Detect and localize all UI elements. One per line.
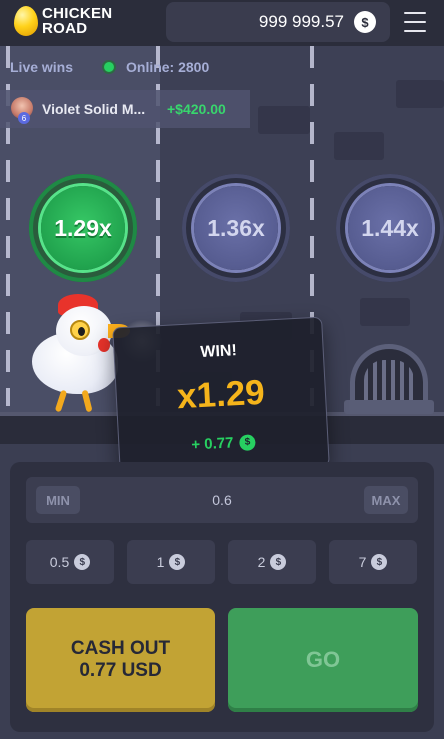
quick-bet-label: 1 bbox=[156, 554, 165, 570]
header-bar: CHICKEN ROAD 999 999.57 $ bbox=[0, 0, 444, 46]
cash-out-amount: 0.77 USD bbox=[79, 660, 162, 681]
multiplier-cell-2[interactable]: 1.36x bbox=[182, 174, 290, 282]
winner-amount: +$420.00 bbox=[167, 101, 226, 117]
balance-display[interactable]: 999 999.57 $ bbox=[166, 2, 390, 42]
win-multiplier: x1.29 bbox=[176, 372, 266, 417]
quick-bet-label: 2 bbox=[257, 554, 266, 570]
logo-text: CHICKEN ROAD bbox=[42, 6, 112, 36]
logo-line2: ROAD bbox=[42, 20, 88, 37]
logo: CHICKEN ROAD bbox=[14, 6, 112, 36]
live-feed-bar: Live wins Online: 2800 bbox=[0, 54, 444, 80]
multiplier-label: 1.29x bbox=[54, 214, 112, 241]
bet-amount-input[interactable]: 0.6 bbox=[26, 477, 418, 523]
cash-out-label: CASH OUT bbox=[70, 638, 171, 659]
min-bet-button[interactable]: MIN bbox=[36, 486, 80, 514]
quick-bet-button[interactable]: 2 $ bbox=[228, 540, 316, 584]
quick-bet-button[interactable]: 7 $ bbox=[329, 540, 417, 584]
hamburger-menu-icon[interactable] bbox=[404, 12, 426, 32]
quick-bet-button[interactable]: 1 $ bbox=[127, 540, 215, 584]
multiplier-cell-3[interactable]: 1.44x bbox=[336, 174, 444, 282]
wall-brick bbox=[334, 132, 384, 160]
game-app: CHICKEN ROAD 999 999.57 $ Live wins Onli… bbox=[0, 0, 444, 739]
dollar-coin-icon: $ bbox=[169, 554, 186, 570]
wall-brick bbox=[258, 106, 310, 134]
quick-bet-label: 7 bbox=[358, 554, 367, 570]
win-amount: + 0.77 bbox=[190, 434, 234, 454]
go-button[interactable]: GO bbox=[228, 608, 418, 712]
dollar-coin-icon: $ bbox=[371, 554, 388, 570]
online-counter: Online: 2800 bbox=[104, 59, 209, 75]
multiplier-cell-1: 1.29x bbox=[29, 174, 137, 282]
win-amount-row: + 0.77 $ bbox=[119, 430, 328, 458]
win-title: WIN! bbox=[199, 342, 238, 362]
live-win-item: 6 Violet Solid M... +$420.00 bbox=[0, 90, 250, 128]
dollar-coin-icon: $ bbox=[270, 554, 287, 570]
dollar-coin-icon: $ bbox=[354, 11, 376, 33]
player-level-badge: 6 bbox=[18, 112, 30, 124]
quick-bet-label: 0.5 bbox=[49, 554, 70, 570]
sewer-gate-icon bbox=[344, 344, 434, 414]
online-count-label: Online: 2800 bbox=[126, 59, 210, 75]
win-popup: WIN! x1.29 + 0.77 $ bbox=[112, 316, 330, 478]
dollar-coin-icon: $ bbox=[239, 433, 256, 451]
bet-amount-row: 0.6 MIN MAX bbox=[26, 477, 418, 523]
cash-out-button[interactable]: CASH OUT 0.77 USD bbox=[26, 608, 215, 712]
quick-bet-button[interactable]: 0.5 $ bbox=[26, 540, 114, 584]
max-bet-button[interactable]: MAX bbox=[364, 486, 408, 514]
wall-brick bbox=[396, 80, 444, 108]
online-status-dot bbox=[104, 62, 114, 72]
wall-brick bbox=[360, 298, 410, 326]
multiplier-label: 1.36x bbox=[207, 214, 265, 241]
golden-egg-icon bbox=[14, 6, 38, 36]
balance-value: 999 999.57 bbox=[258, 12, 344, 31]
bet-panel: 0.6 MIN MAX 0.5 $ 1 $ 2 $ 7 $ CASH OUT 0… bbox=[10, 462, 434, 732]
dollar-coin-icon: $ bbox=[74, 554, 91, 570]
logo-line1: CHICKEN bbox=[42, 5, 113, 22]
live-wins-label: Live wins bbox=[10, 59, 74, 75]
multiplier-label: 1.44x bbox=[361, 214, 419, 241]
winner-name: Violet Solid M... bbox=[42, 101, 146, 117]
